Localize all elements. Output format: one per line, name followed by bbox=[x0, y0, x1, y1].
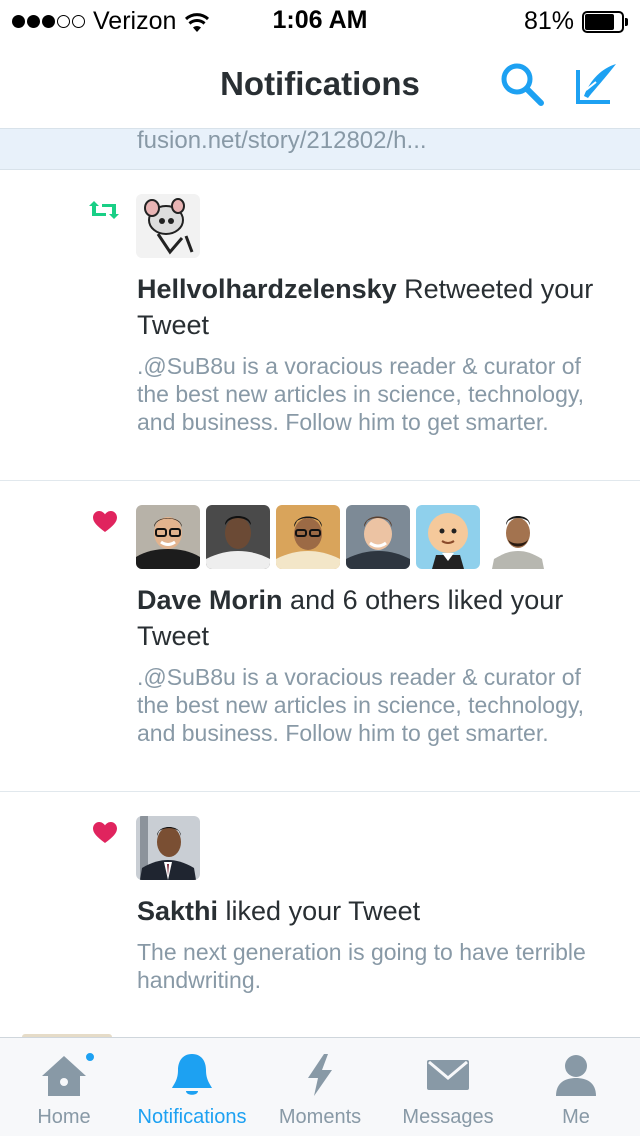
carrier-name: Verizon bbox=[93, 7, 177, 35]
avatar[interactable] bbox=[136, 194, 200, 258]
battery-area: 81% bbox=[524, 7, 628, 36]
actor-name[interactable]: Dave Morin bbox=[137, 585, 283, 615]
person-icon bbox=[556, 1055, 596, 1096]
heart-icon bbox=[93, 822, 117, 843]
actor-name[interactable]: Sakthi bbox=[137, 896, 218, 926]
tab-home[interactable]: Home bbox=[0, 1038, 128, 1136]
avatar[interactable] bbox=[206, 505, 270, 569]
notification-text: Hellvolhardzelensky Retweeted your Tweet bbox=[137, 274, 594, 340]
bell-icon bbox=[172, 1054, 212, 1095]
tab-me[interactable]: Me bbox=[512, 1038, 640, 1136]
tab-label: Moments bbox=[278, 1106, 362, 1128]
tab-moments[interactable]: Moments bbox=[256, 1038, 384, 1136]
avatar[interactable] bbox=[346, 505, 410, 569]
wifi-icon bbox=[185, 12, 210, 32]
tweet-preview: .@SuB8u is a voracious reader & curator … bbox=[137, 664, 585, 746]
tab-label: Home bbox=[37, 1106, 91, 1128]
tweet-preview: .@SuB8u is a voracious reader & curator … bbox=[137, 353, 585, 435]
notification-text: Dave Morin and 6 others liked your Tweet bbox=[137, 585, 564, 651]
home-icon bbox=[42, 1056, 86, 1096]
carrier-area: Verizon bbox=[12, 7, 210, 36]
envelope-icon bbox=[427, 1060, 469, 1090]
link-preview-text: fusion.net/story/212802/h... bbox=[137, 128, 427, 154]
avatar[interactable] bbox=[486, 505, 550, 569]
tab-label: Notifications bbox=[137, 1106, 247, 1128]
new-content-indicator bbox=[84, 1051, 96, 1063]
compose-tweet-icon[interactable] bbox=[572, 60, 620, 108]
search-icon[interactable] bbox=[498, 60, 546, 108]
notification-row[interactable]: Hellvolhardzelensky Retweeted your Tweet… bbox=[0, 170, 640, 481]
actor-avatars bbox=[136, 194, 206, 258]
tab-label: Me bbox=[562, 1106, 590, 1128]
battery-icon bbox=[582, 10, 628, 33]
signal-strength-icon bbox=[12, 15, 87, 28]
avatar[interactable] bbox=[416, 505, 480, 569]
status-bar: Verizon 1:06 AM 81% bbox=[0, 0, 640, 40]
tab-messages[interactable]: Messages bbox=[384, 1038, 512, 1136]
avatar[interactable] bbox=[136, 505, 200, 569]
battery-percent: 81% bbox=[523, 7, 574, 35]
heart-icon bbox=[93, 511, 117, 532]
tab-bar: Home Notifications Moments Messages Me bbox=[0, 1037, 640, 1136]
avatar[interactable] bbox=[136, 816, 200, 880]
notification-row[interactable]: Dave Morin and 6 others liked your Tweet… bbox=[0, 481, 640, 792]
actor-name[interactable]: Hellvolhardzelensky bbox=[137, 274, 397, 304]
tab-label: Messages bbox=[402, 1106, 494, 1128]
tweet-preview: The next generation is going to have ter… bbox=[137, 939, 586, 993]
tab-notifications[interactable]: Notifications bbox=[128, 1038, 256, 1136]
partial-notification-row[interactable]: fusion.net/story/212802/h... bbox=[0, 128, 640, 170]
actor-avatars bbox=[136, 505, 556, 569]
partial-notification-row[interactable] bbox=[0, 1010, 640, 1038]
notification-row[interactable]: Sakthi liked your Tweet The next generat… bbox=[0, 792, 640, 1011]
retweet-icon bbox=[89, 201, 119, 219]
avatar[interactable] bbox=[276, 505, 340, 569]
notification-text: Sakthi liked your Tweet bbox=[137, 896, 421, 926]
navigation-bar: Notifications bbox=[0, 40, 640, 128]
actor-avatars bbox=[136, 816, 206, 880]
lightning-icon bbox=[308, 1054, 332, 1096]
